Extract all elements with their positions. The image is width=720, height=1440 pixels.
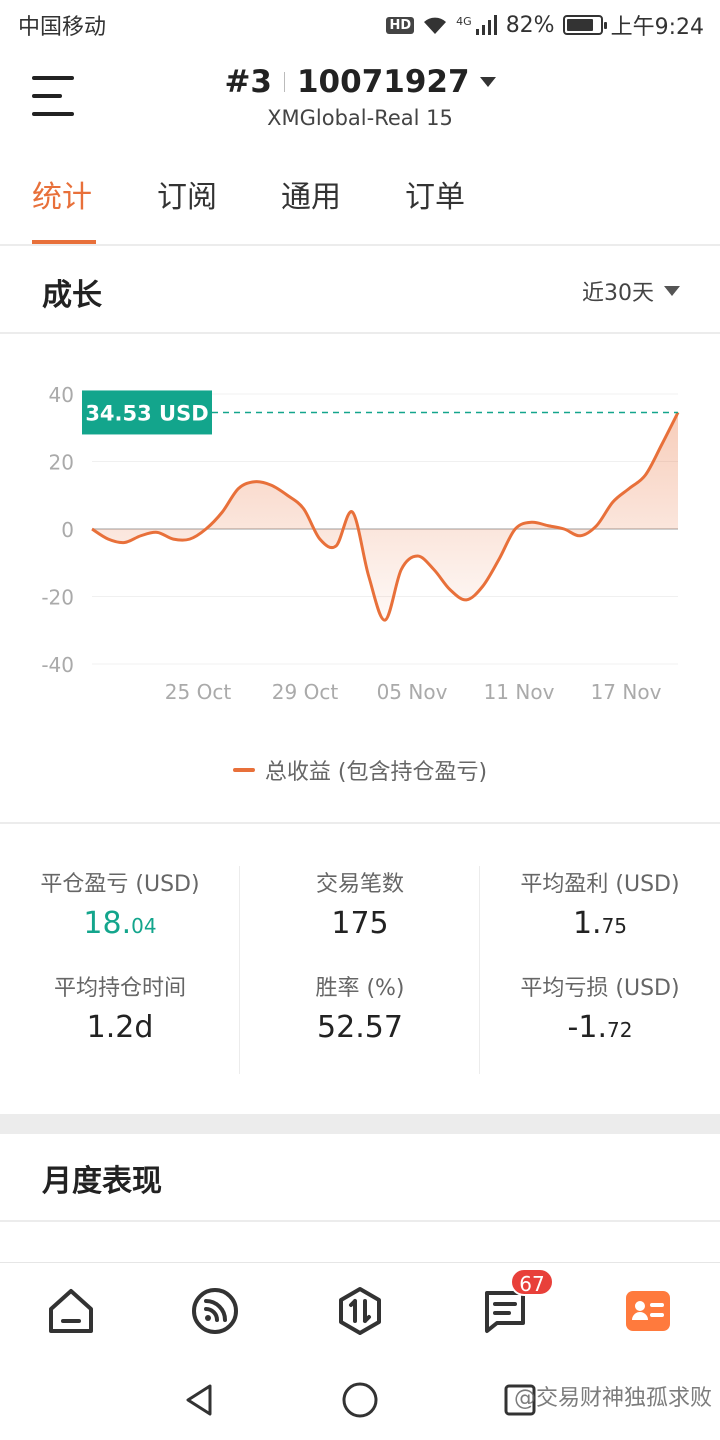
trade-icon[interactable]	[334, 1285, 386, 1337]
tab-bar: 统计 订阅 通用 订单	[0, 144, 720, 246]
clock: 上午9:24	[610, 15, 704, 40]
tab-statistics[interactable]: 统计	[32, 172, 92, 216]
hd-icon: HD	[386, 16, 415, 34]
stat-value: -1.72	[567, 1010, 633, 1045]
x-tick-label: 29 Oct	[272, 680, 339, 704]
y-tick-label: 0	[61, 518, 74, 542]
stat-label: 平仓盈亏 (USD)	[40, 872, 200, 897]
stat-label: 平均亏损 (USD)	[520, 976, 680, 1001]
notification-badge: 67	[510, 1268, 554, 1296]
account-server: XMGlobal-Real 15	[267, 106, 453, 130]
stat-label: 平均持仓时间	[53, 976, 186, 1001]
stat-label: 胜率 (%)	[315, 976, 405, 1001]
y-tick-label: -40	[41, 653, 74, 677]
profile-icon[interactable]	[622, 1285, 674, 1337]
period-selector[interactable]: 近30天	[582, 275, 680, 307]
section-title: 成长	[42, 278, 102, 313]
stat-value: 1.2d	[86, 1010, 154, 1045]
chart-legend: 总收益 (包含持仓盈亏)	[0, 754, 720, 786]
tab-subscriptions[interactable]: 订阅	[157, 172, 217, 216]
y-tick-label: -20	[41, 586, 74, 610]
stat-label: 平均盈利 (USD)	[520, 872, 680, 897]
watermark: @交易财神独孤求败	[513, 1386, 712, 1411]
legend-swatch	[232, 768, 255, 772]
y-tick-label: 20	[49, 451, 74, 475]
x-tick-label: 17 Nov	[591, 680, 662, 704]
stat-value: 175	[331, 906, 389, 941]
stat-value: 18.04	[83, 906, 157, 941]
tab-orders[interactable]: 订单	[405, 172, 465, 216]
account-number: 10071927	[296, 64, 470, 100]
x-tick-label: 05 Nov	[377, 680, 448, 704]
x-tick-label: 11 Nov	[484, 680, 555, 704]
signal-icon	[475, 15, 498, 35]
chevron-down-icon	[664, 286, 680, 296]
growth-section-header: 成长 近30天	[0, 246, 720, 334]
feed-icon[interactable]	[189, 1285, 241, 1337]
section-title: 月度表现	[42, 1164, 162, 1199]
battery-icon	[562, 15, 607, 35]
chevron-down-icon	[479, 77, 496, 87]
back-icon[interactable]	[180, 1380, 220, 1420]
stat-avg-hold-time: 平均持仓时间 1.2d	[0, 970, 240, 1045]
wifi-icon	[422, 14, 448, 36]
stat-win-rate: 胜率 (%) 52.57	[240, 970, 480, 1045]
battery-level	[566, 19, 593, 31]
stat-avg-loss: 平均亏损 (USD) -1.72	[480, 970, 720, 1045]
status-icons: HD 4G 82% 上午9:24	[386, 9, 704, 41]
stats-grid: 平仓盈亏 (USD) 18.04 交易笔数 175 平均盈利 (USD) 1.7…	[0, 826, 720, 1114]
period-label: 近30天	[582, 281, 654, 306]
chart-canvas: 40 20 0 -20 -40 25 Oct 29 Oct 05 Nov 11 Nov 17 No…	[41, 383, 680, 704]
status-bar: 中国移动 HD 4G 82% 上午9:24	[0, 0, 720, 50]
account-selector[interactable]: #3 10071927	[0, 64, 720, 100]
network-type-label: 4G	[456, 15, 472, 28]
stat-trade-count: 交易笔数 175	[240, 866, 480, 941]
y-tick-label: 40	[49, 383, 74, 407]
home-icon[interactable]	[45, 1285, 97, 1337]
account-index: #3	[224, 64, 272, 100]
home-circle-icon[interactable]	[340, 1380, 380, 1420]
app-header: #3 10071927 XMGlobal-Real 15	[0, 50, 720, 144]
x-tick-label: 25 Oct	[165, 680, 232, 704]
stat-label: 交易笔数	[315, 872, 404, 897]
series-area	[92, 412, 678, 621]
legend-label: 总收益 (包含持仓盈亏)	[264, 760, 488, 785]
battery-percent: 82%	[505, 12, 555, 38]
tab-general[interactable]: 通用	[281, 172, 341, 216]
section-spacer	[0, 1114, 720, 1134]
carrier-label: 中国移动	[18, 15, 107, 40]
current-value-label: 34.53 USD	[85, 401, 208, 425]
divider	[283, 72, 285, 92]
stat-avg-profit: 平均盈利 (USD) 1.75	[480, 866, 720, 941]
stat-value: 1.75	[572, 906, 628, 941]
stat-closed-pnl: 平仓盈亏 (USD) 18.04	[0, 866, 240, 941]
monthly-section-header: 月度表现	[0, 1134, 720, 1222]
active-tab-indicator	[32, 240, 96, 244]
growth-chart[interactable]: 40 20 0 -20 -40 25 Oct 29 Oct 05 Nov 11 Nov 17 No…	[0, 336, 720, 824]
stat-value: 52.57	[317, 1010, 403, 1045]
bottom-nav	[0, 1262, 720, 1358]
